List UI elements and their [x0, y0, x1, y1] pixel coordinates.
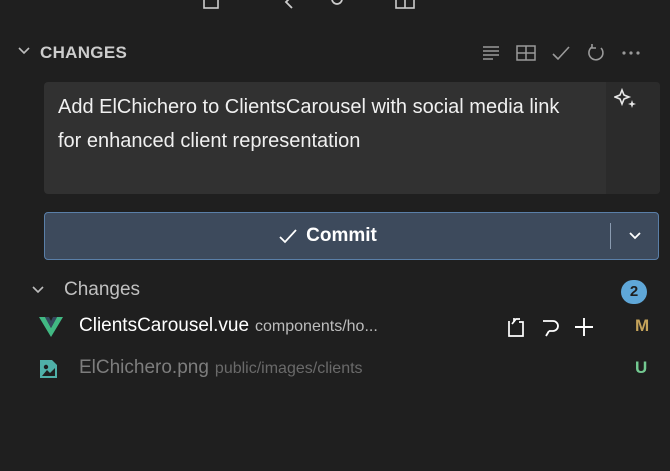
commit-button[interactable]: Commit — [45, 213, 610, 259]
check-icon[interactable] — [543, 41, 578, 65]
vue-file-icon — [38, 316, 64, 338]
file-name: ClientsCarousel.vue — [79, 315, 250, 336]
file-label: ClientsCarousel.vue components/ho... — [79, 315, 378, 337]
search-icon[interactable] — [330, 0, 346, 12]
section-actions — [473, 41, 648, 65]
file-path: components/ho... — [255, 318, 378, 335]
open-file-icon[interactable] — [504, 314, 528, 340]
top-toolbar — [0, 0, 670, 16]
file-path: public/images/clients — [214, 360, 363, 377]
commit-message-input[interactable]: Add ElChichero to ClientsCarousel with s… — [44, 82, 660, 194]
checkmark-icon — [278, 227, 298, 245]
more-actions-icon[interactable] — [613, 41, 648, 65]
changes-section-header[interactable]: CHANGES — [0, 34, 670, 70]
file-status-badge: M — [635, 316, 650, 335]
changed-file-row[interactable]: ElChichero.png public/images/clients U — [0, 352, 670, 386]
image-file-icon — [38, 358, 60, 380]
split-view-icon[interactable] — [508, 41, 543, 65]
commit-dropdown-button[interactable] — [611, 213, 659, 259]
refresh-icon[interactable] — [578, 41, 613, 65]
view-as-list-icon[interactable] — [473, 41, 508, 65]
chevron-down-icon — [629, 232, 641, 240]
file-label: ElChichero.png public/images/clients — [79, 357, 363, 379]
discard-changes-icon[interactable] — [538, 314, 562, 340]
file-row-actions — [504, 314, 596, 340]
chevron-down-icon[interactable] — [18, 46, 30, 56]
commit-button-label: Commit — [306, 225, 377, 246]
layout-icon[interactable] — [395, 0, 415, 12]
changes-count-badge: 2 — [621, 280, 647, 304]
file-icon[interactable] — [202, 0, 220, 12]
section-title: CHANGES — [40, 43, 128, 62]
stage-changes-icon[interactable] — [572, 314, 596, 340]
generate-commit-message-icon[interactable] — [614, 88, 638, 110]
changes-group-label: Changes — [64, 279, 141, 300]
commit-message-text[interactable]: Add ElChichero to ClientsCarousel with s… — [58, 90, 578, 158]
file-status-badge: U — [635, 358, 648, 377]
scm-panel: { "section": { "title": "CHANGES" }, "co… — [0, 0, 670, 471]
chevron-down-icon[interactable] — [32, 285, 44, 295]
commit-button-group: Commit — [44, 212, 659, 260]
changes-group-header[interactable]: Changes — [0, 276, 670, 306]
changed-file-row[interactable]: ClientsCarousel.vue components/ho... M — [0, 310, 670, 344]
file-name: ElChichero.png — [79, 357, 209, 378]
back-arrow-icon[interactable] — [282, 0, 296, 12]
